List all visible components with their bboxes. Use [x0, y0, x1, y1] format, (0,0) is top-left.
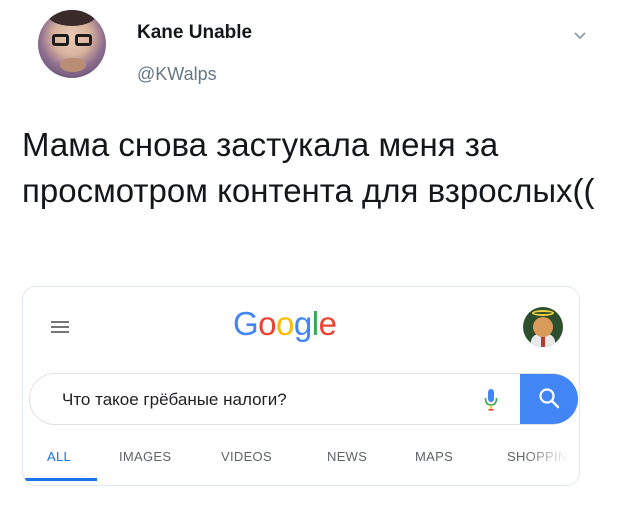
chevron-down-icon[interactable]: [574, 30, 586, 42]
avatar-halo: [532, 310, 554, 316]
logo-letter-g2: g: [293, 305, 312, 342]
tab-videos[interactable]: VIDEOS: [221, 449, 272, 464]
tab-all[interactable]: ALL: [47, 449, 71, 464]
search-tabs: ALL IMAGES VIDEOS NEWS MAPS SHOPPIN: [23, 447, 579, 485]
avatar-beard: [60, 58, 86, 72]
username[interactable]: @KWalps: [137, 64, 217, 85]
google-screenshot-card: Google Что такое грёбаные налоги? ALL IM…: [22, 286, 580, 486]
tweet-text: Мама снова застукала меня за просмотром …: [22, 126, 595, 209]
active-tab-indicator: [25, 478, 97, 481]
search-query-text: Что такое грёбаные налоги?: [62, 390, 287, 409]
logo-letter-g: G: [233, 305, 259, 342]
google-logo[interactable]: Google: [233, 305, 337, 343]
search-button[interactable]: [520, 374, 578, 424]
avatar-hair: [48, 10, 96, 26]
avatar-glasses: [52, 34, 92, 46]
hamburger-menu-icon[interactable]: [51, 321, 69, 333]
magnifier-icon: [539, 388, 560, 409]
display-name[interactable]: Kane Unable: [137, 22, 252, 44]
tweet-header: Kane Unable @KWalps: [0, 0, 620, 110]
tabs-overflow-fade: [523, 447, 579, 471]
microphone-icon[interactable]: [484, 388, 498, 412]
tab-images[interactable]: IMAGES: [119, 449, 171, 464]
tab-maps[interactable]: MAPS: [415, 449, 453, 464]
logo-letter-o1: o: [258, 305, 277, 342]
logo-letter-e: e: [318, 305, 337, 342]
avatar-face: [533, 317, 553, 337]
logo-letter-o2: o: [276, 305, 294, 342]
search-input[interactable]: Что такое грёбаные налоги?: [29, 373, 578, 425]
tab-news[interactable]: NEWS: [327, 449, 367, 464]
account-avatar[interactable]: [523, 307, 563, 347]
logo-letter-l: l: [311, 305, 319, 342]
user-avatar[interactable]: [38, 10, 106, 78]
